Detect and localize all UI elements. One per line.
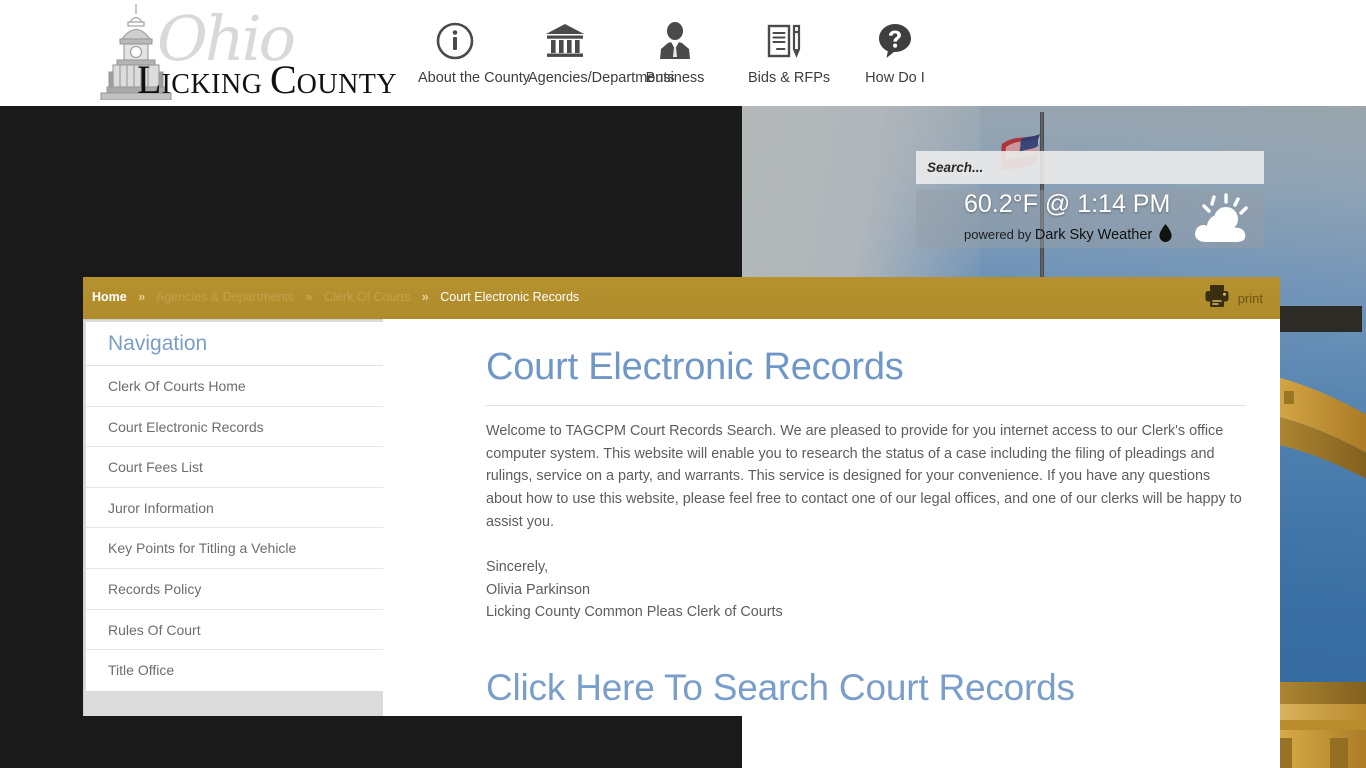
weather-temperature: 60.2°F @ 1:14 PM: [964, 190, 1171, 218]
nav-label: How Do I: [865, 70, 925, 86]
search-input[interactable]: [916, 151, 1264, 184]
page-bottom-strip: [0, 716, 742, 768]
sidebar-item-rules-of-court[interactable]: Rules Of Court: [86, 609, 384, 651]
breadcrumb-item-current: Court Electronic Records: [440, 290, 580, 304]
breadcrumb: Home » Agencies & Departments » Clerk Of…: [92, 290, 579, 304]
weather-credit-brand: Dark Sky Weather: [1034, 227, 1153, 243]
sidebar-item-clerk-of-courts-home[interactable]: Clerk Of Courts Home: [86, 366, 384, 407]
sidebar-item-court-fees-list[interactable]: Court Fees List: [86, 447, 384, 488]
weather-widget: 60.2°F @ 1:14 PM powered by Dark Sky Wea…: [916, 190, 1264, 248]
sidebar-item-records-policy[interactable]: Records Policy: [86, 568, 384, 610]
breadcrumb-separator: »: [138, 290, 146, 304]
nav-label: Bids & RFPs: [748, 70, 831, 86]
content-body: Navigation Clerk Of Courts Home Court El…: [83, 319, 1280, 768]
breadcrumb-bar: Home » Agencies & Departments » Clerk Of…: [83, 277, 1280, 319]
logo-l: L: [137, 57, 162, 102]
sidebar-item-court-electronic-records[interactable]: Court Electronic Records: [86, 406, 384, 448]
weather-credit: powered by Dark Sky Weather: [964, 224, 1172, 243]
weather-credit-prefix: powered by: [964, 227, 1035, 242]
intro-paragraph: Welcome to TAGCPM Court Records Search. …: [486, 422, 1242, 530]
partly-cloudy-icon: [1195, 193, 1248, 242]
breadcrumb-item-agencies[interactable]: Agencies & Departments: [156, 290, 294, 304]
nav-item-business[interactable]: Business: [620, 18, 730, 86]
logo-ounty: OUNTY: [296, 69, 398, 100]
info-circle-icon: [418, 18, 492, 64]
main-content: Court Electronic Records Welcome to TAGC…: [383, 319, 1280, 768]
nav-label: About the County: [418, 70, 531, 86]
sidebar-item-juror-information[interactable]: Juror Information: [86, 487, 384, 529]
logo-wordmark: LICKING COUNTY: [137, 60, 397, 100]
primary-navigation: About the County Agencies/Departments Bu…: [400, 18, 950, 86]
logo-icking: ICKING: [161, 69, 270, 100]
site-logo[interactable]: Ohio LICKING COUNTY: [95, 2, 397, 102]
page-title: Court Electronic Records: [486, 346, 904, 388]
nav-item-about-the-county[interactable]: About the County: [400, 18, 531, 86]
sidebar-item-title-office[interactable]: Title Office: [86, 650, 384, 691]
document-pen-icon: [748, 18, 822, 64]
breadcrumb-item-home[interactable]: Home: [92, 290, 127, 304]
nav-label: Business: [645, 70, 705, 86]
site-header: Ohio LICKING COUNTY About the County Age…: [0, 0, 1366, 106]
sidebar-inner: Navigation Clerk Of Courts Home Court El…: [86, 322, 384, 691]
nav-label: Agencies/Departments: [528, 70, 675, 86]
search-court-records-link[interactable]: Click Here To Search Court Records: [486, 667, 1075, 709]
bank-building-icon: [528, 18, 602, 64]
logo-c: C: [269, 57, 297, 102]
signature-block: Sincerely, Olivia Parkinson Licking Coun…: [486, 556, 1246, 623]
breadcrumb-item-clerk-of-courts[interactable]: Clerk Of Courts: [324, 290, 410, 304]
signer-name: Olivia Parkinson: [486, 581, 590, 598]
sidebar-item-key-points-titling-vehicle[interactable]: Key Points for Titling a Vehicle: [86, 528, 384, 569]
nav-item-how-do-i[interactable]: How Do I: [840, 18, 950, 86]
signoff-line: Sincerely,: [486, 559, 549, 576]
water-drop-icon: [1159, 224, 1172, 242]
print-label: print: [1237, 291, 1263, 306]
breadcrumb-separator: »: [305, 290, 313, 304]
sidebar-title: Navigation: [86, 322, 384, 366]
title-divider: [486, 404, 1246, 406]
signer-title: Licking County Common Pleas Clerk of Cou…: [486, 603, 783, 620]
printer-icon: [1205, 285, 1229, 307]
businessperson-icon: [638, 18, 712, 64]
question-speech-bubble-icon: [858, 18, 932, 64]
print-button[interactable]: print: [1204, 284, 1263, 308]
breadcrumb-separator: »: [421, 290, 429, 304]
nav-item-agencies-departments[interactable]: Agencies/Departments: [510, 18, 675, 86]
sidebar-navigation-panel: Navigation Clerk Of Courts Home Court El…: [83, 319, 385, 756]
nav-item-bids-rfps[interactable]: Bids & RFPs: [730, 18, 840, 86]
search-weather-widget: 60.2°F @ 1:14 PM powered by Dark Sky Wea…: [916, 151, 1264, 248]
content-container: Home » Agencies & Departments » Clerk Of…: [83, 277, 1280, 768]
